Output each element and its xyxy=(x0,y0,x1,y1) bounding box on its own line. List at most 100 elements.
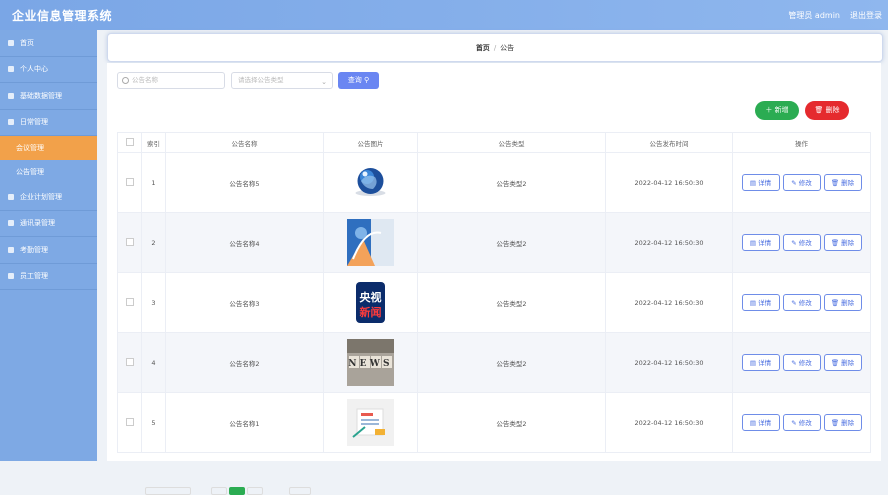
cell-name: 公告名称1 xyxy=(165,392,324,453)
page-size-select[interactable] xyxy=(145,487,191,495)
notice-image-cctv-news[interactable]: 央视 新闻 xyxy=(347,279,394,326)
cell-index: 2 xyxy=(141,212,166,273)
sidebar-item-plan[interactable]: 企业计划管理 xyxy=(0,184,97,211)
detail-label: 详情 xyxy=(758,299,772,307)
edit-button[interactable]: ✎ 修改 xyxy=(782,174,821,191)
cell-ops: ▤ 详情 ✎ 修改 🗑 删除 xyxy=(732,272,871,333)
calendar-icon xyxy=(8,119,14,126)
table-header-row: 索引 公告名称 公告图片 公告类型 公告发布时间 操作 xyxy=(117,132,871,153)
search-input[interactable]: 公告名称 xyxy=(117,72,225,89)
news-text: 新闻 xyxy=(360,305,382,319)
app-header: 企业信息管理系统 管理员 admin 退出登录 xyxy=(0,0,888,30)
sidebar-item-label: 首页 xyxy=(20,38,34,47)
delete-button[interactable]: 🗑 删除 xyxy=(823,414,862,431)
sidebar-item-basic-data[interactable]: 基础数据管理 xyxy=(0,83,97,110)
sidebar-item-label: 日常管理 xyxy=(20,118,48,127)
sidebar-item-label: 员工管理 xyxy=(20,272,48,281)
admin-label: 管理员 admin xyxy=(788,11,840,20)
logout-link[interactable]: 退出登录 xyxy=(850,10,882,21)
main-content: 首页 / 公告 公告名称 请选择公告类型 ⌄ 查询 ⚲ ＋ 新增 🗑 删除 索引 公告… xyxy=(107,30,883,495)
notice-image-news-illustration[interactable] xyxy=(347,399,394,446)
cctv-text: 央视 xyxy=(360,290,382,304)
cell-index: 4 xyxy=(141,332,166,393)
delete-button[interactable]: 🗑 删除 xyxy=(823,354,862,371)
notice-image-news-blocks[interactable]: NEWS xyxy=(347,339,394,386)
row-checkbox[interactable] xyxy=(117,392,142,453)
doc-icon: ▤ xyxy=(749,239,757,247)
detail-button[interactable]: ▤ 详情 xyxy=(741,414,780,431)
cell-image xyxy=(323,152,418,213)
search-icon: ⚲ xyxy=(364,76,370,84)
cell-type: 公告类型2 xyxy=(417,152,606,213)
prev-page-button[interactable] xyxy=(211,487,227,495)
cell-ops: ▤ 详情 ✎ 修改 🗑 删除 xyxy=(732,392,871,453)
news-word: NEWS xyxy=(348,359,393,369)
select-all-checkbox[interactable] xyxy=(117,132,142,153)
cell-name: 公告名称2 xyxy=(165,332,324,393)
cell-index: 5 xyxy=(141,392,166,453)
detail-button[interactable]: ▤ 详情 xyxy=(741,354,780,371)
breadcrumb-home[interactable]: 首页 xyxy=(476,44,490,52)
add-label: 新增 xyxy=(774,106,789,114)
trash-icon: 🗑 xyxy=(814,106,824,114)
doc-icon: ▤ xyxy=(749,179,757,187)
sidebar-sub-meeting[interactable]: 会议管理 xyxy=(0,136,97,160)
row-checkbox[interactable] xyxy=(117,272,142,333)
row-checkbox[interactable] xyxy=(117,332,142,393)
detail-button[interactable]: ▤ 详情 xyxy=(741,294,780,311)
notice-table: 索引 公告名称 公告图片 公告类型 公告发布时间 操作 1 公告名称5 公告类型… xyxy=(117,132,871,453)
cell-type: 公告类型2 xyxy=(417,332,606,393)
next-page-button[interactable] xyxy=(247,487,263,495)
edit-button[interactable]: ✎ 修改 xyxy=(782,234,821,251)
column-header: 公告图片 xyxy=(323,132,418,153)
query-button[interactable]: 查询 ⚲ xyxy=(338,72,379,89)
edit-label: 修改 xyxy=(798,359,812,367)
add-button[interactable]: ＋ 新增 xyxy=(755,101,799,120)
column-header: 公告类型 xyxy=(417,132,606,153)
notice-image-abstract[interactable] xyxy=(347,219,394,266)
cell-index: 3 xyxy=(141,272,166,333)
detail-label: 详情 xyxy=(758,239,772,247)
sidebar-sub-notice[interactable]: 公告管理 xyxy=(0,160,97,184)
book-icon xyxy=(8,220,14,227)
delete-button[interactable]: 🗑 删除 xyxy=(823,294,862,311)
sidebar-item-daily[interactable]: 日常管理 xyxy=(0,110,97,136)
trash-icon: 🗑 xyxy=(830,179,840,187)
cell-image xyxy=(323,392,418,453)
sidebar-item-staff[interactable]: 员工管理 xyxy=(0,264,97,290)
edit-button[interactable]: ✎ 修改 xyxy=(782,354,821,371)
trash-icon: 🗑 xyxy=(830,359,840,367)
type-select[interactable]: 请选择公告类型 ⌄ xyxy=(231,72,333,89)
goto-page-input[interactable] xyxy=(289,487,311,495)
edit-button[interactable]: ✎ 修改 xyxy=(782,414,821,431)
sidebar-item-label: 企业计划管理 xyxy=(20,192,62,201)
page-number-current[interactable] xyxy=(229,487,245,495)
column-header: 公告发布时间 xyxy=(605,132,733,153)
sidebar-item-attendance[interactable]: 考勤管理 xyxy=(0,237,97,264)
notice-image-globe[interactable] xyxy=(347,159,394,206)
batch-delete-button[interactable]: 🗑 删除 xyxy=(805,101,849,120)
breadcrumb-current: 公告 xyxy=(500,44,515,52)
content-panel: 公告名称 请选择公告类型 ⌄ 查询 ⚲ ＋ 新增 🗑 删除 索引 公告名称 公告图… xyxy=(107,63,881,495)
sidebar-item-label: 基础数据管理 xyxy=(20,91,62,100)
sidebar-item-home[interactable]: 首页 xyxy=(0,30,97,57)
detail-button[interactable]: ▤ 详情 xyxy=(741,174,780,191)
sidebar-item-contacts[interactable]: 通讯录管理 xyxy=(0,211,97,237)
detail-button[interactable]: ▤ 详情 xyxy=(741,234,780,251)
cell-type: 公告类型2 xyxy=(417,272,606,333)
delete-button[interactable]: 🗑 删除 xyxy=(823,174,862,191)
query-label: 查询 xyxy=(347,76,362,84)
row-checkbox[interactable] xyxy=(117,152,142,213)
edit-button[interactable]: ✎ 修改 xyxy=(782,294,821,311)
sidebar-item-profile[interactable]: 个人中心 xyxy=(0,57,97,83)
cell-index: 1 xyxy=(141,152,166,213)
pagination xyxy=(117,487,317,495)
search-placeholder: 公告名称 xyxy=(132,76,158,84)
trash-icon: 🗑 xyxy=(830,299,840,307)
row-checkbox[interactable] xyxy=(117,212,142,273)
cell-name: 公告名称5 xyxy=(165,152,324,213)
delete-button[interactable]: 🗑 删除 xyxy=(823,234,862,251)
cell-type: 公告类型2 xyxy=(417,212,606,273)
cell-name: 公告名称4 xyxy=(165,212,324,273)
breadcrumb: 首页 / 公告 xyxy=(107,33,883,62)
